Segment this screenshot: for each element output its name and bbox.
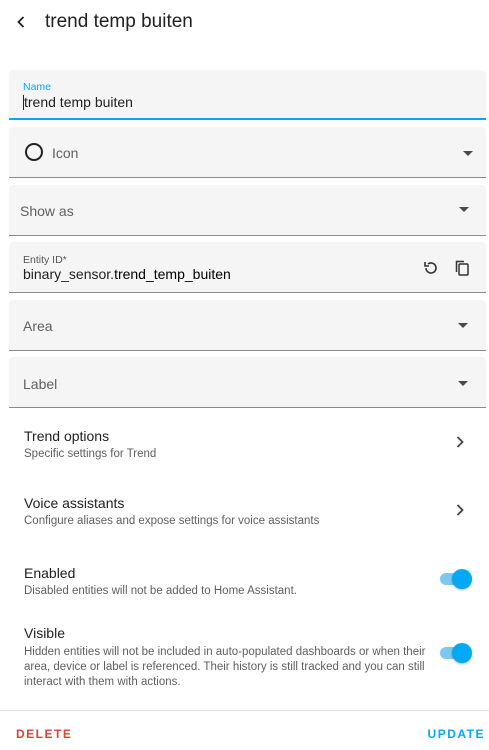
restore-icon [424,262,437,274]
back-button[interactable] [8,8,34,36]
area-picker[interactable]: Area [9,300,486,351]
entity-id-object: trend_temp_buiten [114,266,231,282]
dialog-header: trend temp buiten [0,0,489,46]
delete-button[interactable]: DELETE [16,727,72,741]
icon-placeholder: Icon [52,145,79,161]
enabled-title: Enabled [24,565,76,581]
icon-picker[interactable]: Icon [9,127,486,178]
trend-options-subtitle: Specific settings for Trend [24,448,157,460]
enabled-subtitle: Disabled entities will not be added to H… [24,585,297,597]
dropdown-arrow-icon [458,323,468,328]
page-title: trend temp buiten [45,11,193,32]
entity-settings-dialog: trend temp buiten Name trend temp buiten… [0,0,489,750]
visible-row: Visible Hidden entities will not be incl… [0,618,489,690]
label-placeholder: Label [23,376,58,392]
enabled-row: Enabled Disabled entities will not be ad… [0,558,489,603]
voice-assistants-subtitle: Configure aliases and expose settings fo… [24,515,320,527]
show-as-select[interactable]: Show as [9,185,486,236]
entity-id-label: Entity ID* [23,254,67,266]
restore-button[interactable] [420,257,442,279]
voice-assistants-title: Voice assistants [24,495,125,511]
dropdown-arrow-icon [463,151,473,156]
toggle-thumb [452,643,472,663]
visible-subtitle: Hidden entities will not be included in … [24,646,426,688]
name-field[interactable]: Name trend temp buiten [9,70,486,120]
trend-options-title: Trend options [24,428,110,444]
entity-id-input[interactable]: binary_sensor.trend_temp_buiten [23,266,231,282]
chevron-left-icon [17,16,25,28]
footer-divider [0,710,489,711]
copy-button[interactable] [451,257,473,279]
show-as-placeholder: Show as [20,203,74,219]
dropdown-arrow-icon [459,207,469,212]
name-input[interactable]: trend temp buiten [23,94,133,110]
name-value: trend temp buiten [24,94,133,110]
visible-title: Visible [24,625,65,641]
voice-assistants-row[interactable]: Voice assistants Configure aliases and e… [0,487,489,539]
toggle-thumb [452,569,472,589]
chevron-right-icon [453,503,467,517]
area-placeholder: Area [23,318,53,334]
trend-options-row[interactable]: Trend options Specific settings for Tren… [0,420,489,472]
dropdown-arrow-icon [458,381,468,386]
copy-icon [455,260,469,276]
enabled-toggle[interactable] [438,569,472,589]
name-label: Name [23,81,52,93]
update-button[interactable]: UPDATE [428,727,485,741]
circle-outline-icon [25,143,43,161]
visible-toggle[interactable] [438,643,472,663]
entity-id-domain: binary_sensor. [23,266,115,282]
chevron-right-icon [453,435,467,449]
entity-id-field[interactable]: Entity ID* binary_sensor.trend_temp_buit… [9,242,486,293]
label-picker[interactable]: Label [9,357,486,408]
